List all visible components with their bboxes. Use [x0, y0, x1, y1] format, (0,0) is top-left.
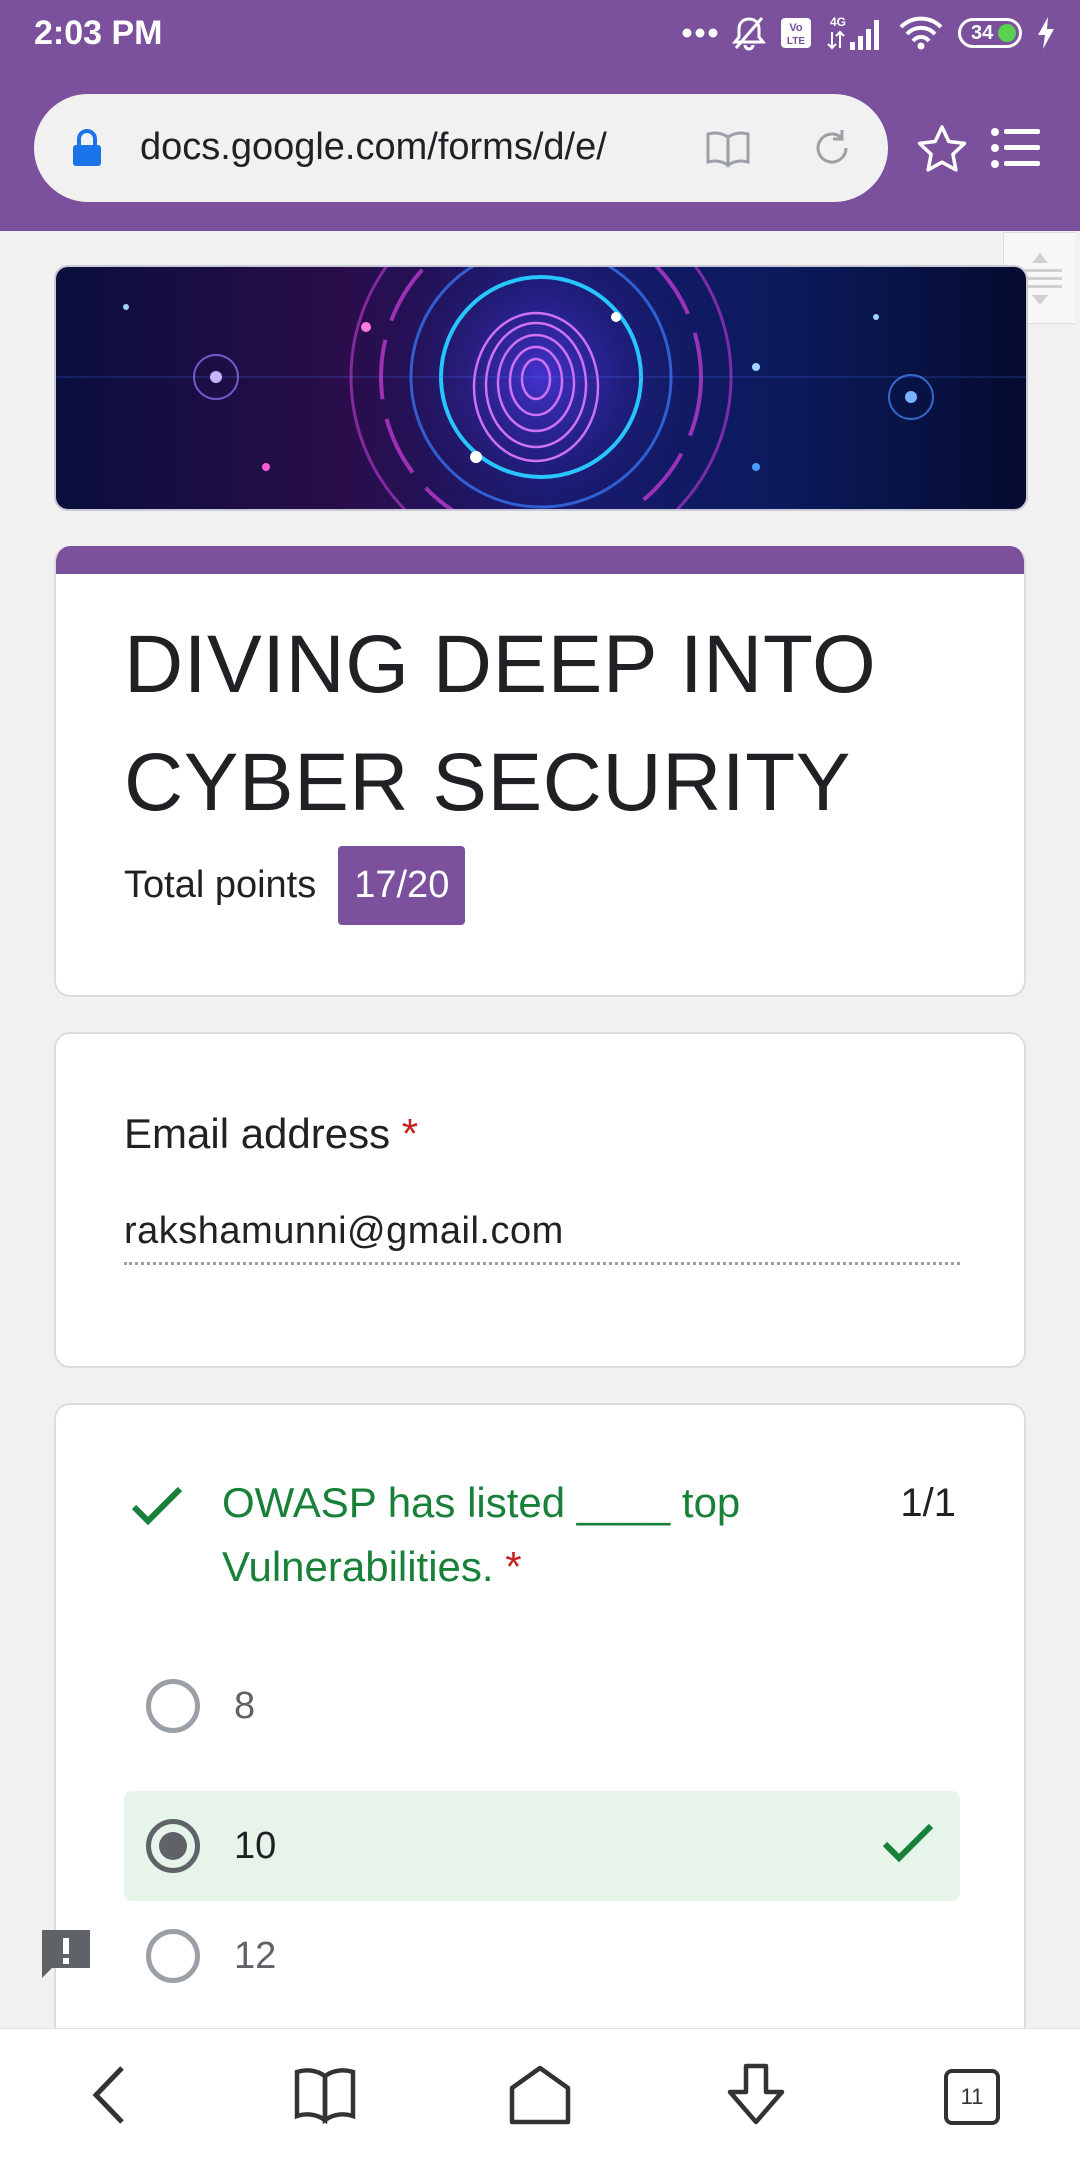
wifi-icon [899, 16, 943, 50]
reload-icon[interactable] [808, 124, 856, 172]
form-title: DIVING DEEP INTO CYBER SECURITY [124, 619, 877, 828]
option-label: 12 [234, 1934, 277, 1977]
required-asterisk: * [505, 1543, 522, 1590]
svg-text:Vo: Vo [789, 22, 803, 34]
question-text-body: OWASP has listed ____ top Vulnerabilitie… [222, 1479, 741, 1590]
email-value: rakshamunni@gmail.com [124, 1210, 564, 1252]
correct-answer-check-icon [882, 1823, 934, 1863]
email-label: Email address * [124, 1110, 418, 1158]
status-time: 2:03 PM [34, 14, 163, 52]
svg-text:4G: 4G [830, 15, 846, 29]
email-label-text: Email address [124, 1110, 391, 1157]
option-12[interactable]: 12 [124, 1901, 960, 2011]
bookmarks-button[interactable] [285, 2059, 365, 2131]
points-badge: 17/20 [338, 846, 466, 925]
status-icons: Vo LTE 4G 34 [682, 12, 1056, 54]
back-icon [92, 2066, 124, 2124]
charging-icon [1038, 17, 1054, 49]
menu-icon[interactable] [990, 126, 1042, 170]
address-bar[interactable]: docs.google.com/forms/d/e/ [34, 94, 888, 202]
total-points-label: Total points [124, 864, 317, 906]
more-dots-icon [682, 28, 718, 38]
home-button[interactable] [500, 2059, 580, 2131]
bell-off-icon [732, 17, 766, 51]
form-accent-bar [56, 546, 1024, 574]
browser-toolbar: docs.google.com/forms/d/e/ [0, 66, 1080, 231]
download-icon [727, 2063, 785, 2125]
star-icon[interactable] [916, 124, 968, 174]
svg-text:LTE: LTE [787, 36, 805, 47]
option-10[interactable]: 10 [124, 1791, 960, 1901]
battery-level: 34 [971, 22, 994, 44]
option-8[interactable]: 8 [124, 1651, 960, 1761]
fingerprint-banner-graphic [56, 267, 1026, 509]
reader-mode-icon[interactable] [704, 124, 752, 172]
email-field-underline [124, 1262, 960, 1265]
tabs-button[interactable]: 11 [930, 2059, 1010, 2131]
question-score: 1/1 [900, 1481, 956, 1525]
correct-check-icon [131, 1486, 183, 1526]
email-card: Email address * rakshamunni@gmail.com [54, 1032, 1026, 1368]
total-points: Total points 17/20 [124, 846, 466, 925]
home-icon [509, 2065, 571, 2125]
radio-button[interactable] [146, 1929, 200, 1983]
status-bar: 2:03 PM Vo LTE 4G 34 [0, 0, 1080, 66]
form-header-image [54, 265, 1028, 511]
form-title-card: DIVING DEEP INTO CYBER SECURITY Total po… [54, 546, 1026, 997]
signal-4g-icon: 4G [827, 15, 879, 50]
lock-icon [73, 129, 101, 166]
tabs-count: 11 [944, 2069, 1000, 2125]
radio-button-selected[interactable] [146, 1819, 200, 1873]
bookmarks-icon [294, 2068, 356, 2124]
option-label: 8 [234, 1684, 256, 1727]
download-button[interactable] [716, 2059, 796, 2131]
volte-icon: Vo LTE [781, 18, 811, 48]
back-button[interactable] [68, 2059, 148, 2131]
radio-button[interactable] [146, 1679, 200, 1733]
option-label: 10 [234, 1824, 277, 1867]
question-text: OWASP has listed ____ top Vulnerabilitie… [222, 1471, 782, 1599]
feedback-icon[interactable] [38, 1926, 94, 1982]
bottom-navigation: 11 [0, 2028, 1080, 2160]
battery-icon: 34 [958, 18, 1022, 48]
required-asterisk: * [401, 1110, 419, 1157]
question-card: OWASP has listed ____ top Vulnerabilitie… [54, 1403, 1026, 2043]
url-text[interactable]: docs.google.com/forms/d/e/ [140, 126, 607, 169]
